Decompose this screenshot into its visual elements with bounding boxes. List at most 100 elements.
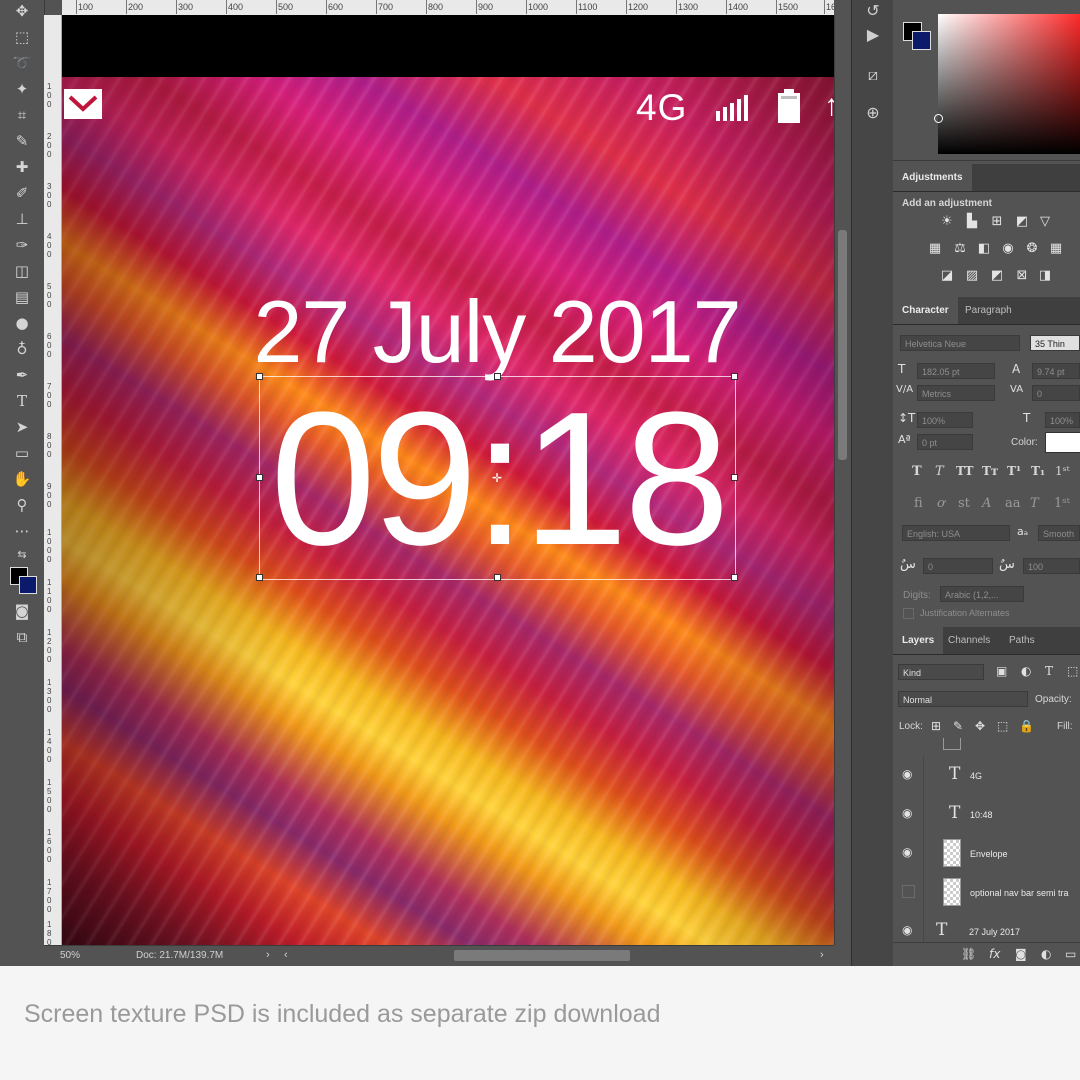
document-canvas[interactable]: 4G ↑ 27 July 2017 09:18 ✛	[62, 15, 834, 945]
layer-filter-select[interactable]: Kind	[898, 664, 984, 680]
new-adjustment-layer-icon[interactable]: ◐	[1041, 947, 1051, 961]
layer-name[interactable]: 27 July 2017	[969, 927, 1020, 937]
layer-name[interactable]: 10:48	[970, 810, 993, 820]
ordinals-icon[interactable]: 1ˢᵗ	[1054, 496, 1070, 511]
text-color-swatch[interactable]	[1045, 432, 1080, 453]
play-actions-icon[interactable]: ▶	[862, 24, 884, 46]
add-mask-icon[interactable]: ◙	[1015, 947, 1027, 961]
blur-tool-icon[interactable]: ●	[9, 312, 35, 334]
color-picker-field[interactable]	[938, 14, 1080, 154]
all-caps-icon[interactable]: TT	[956, 464, 973, 478]
curves-icon[interactable]: ⊞	[988, 214, 1006, 230]
filter-adjustment-icon[interactable]: ◐	[1021, 664, 1031, 678]
swash-icon[interactable]: A	[982, 496, 991, 511]
status-menu-chevron-icon[interactable]: ›	[266, 949, 270, 961]
small-caps-icon[interactable]: Tт	[982, 464, 998, 478]
titling-alternates-icon[interactable]: T	[1030, 496, 1039, 511]
superscript-icon[interactable]: T¹	[1007, 464, 1021, 478]
brush-tool-icon[interactable]: ✐	[9, 182, 35, 204]
pen-tool-icon[interactable]: ✒	[9, 364, 35, 386]
lockscreen-date[interactable]: 27 July 2017	[62, 281, 834, 383]
vertical-scale-field[interactable]: 100%	[917, 412, 973, 428]
channel-mixer-icon[interactable]: ❂	[1023, 241, 1041, 257]
eye-icon[interactable]: ◉	[902, 846, 916, 858]
tab-layers[interactable]: Layers	[893, 627, 944, 654]
new-group-icon[interactable]: ▭	[1065, 947, 1076, 961]
path-selection-tool-icon[interactable]: ➤	[9, 416, 35, 438]
layer-row[interactable]: ◉ T 4G	[893, 756, 1080, 796]
layer-row[interactable]: ◉ T 10:48	[893, 795, 1080, 835]
blend-mode-select[interactable]: Normal	[898, 691, 1028, 707]
posterize-icon[interactable]: ▨	[963, 268, 981, 284]
transform-handle[interactable]	[494, 373, 501, 380]
old-style-icon[interactable]: ơ	[937, 496, 945, 511]
eraser-tool-icon[interactable]: ◫	[9, 260, 35, 282]
dodge-tool-icon[interactable]: ♁	[9, 338, 35, 360]
tab-channels[interactable]: Channels	[939, 627, 999, 654]
ruler-horizontal[interactable]: 100 200 300 400 500 600 700 800 900 1000…	[62, 0, 834, 16]
zoom-tool-icon[interactable]: ⚲	[9, 494, 35, 516]
layer-row[interactable]: ◉ Envelope	[893, 834, 1080, 874]
threshold-icon[interactable]: ◩	[988, 268, 1006, 284]
magic-wand-tool-icon[interactable]: ✦	[9, 78, 35, 100]
background-color-swatch[interactable]	[19, 576, 37, 594]
color-balance-icon[interactable]: ⚖	[951, 241, 969, 257]
font-family-select[interactable]: Helvetica Neue	[900, 335, 1020, 351]
underline-icon[interactable]: 1ˢᵗ	[1055, 464, 1070, 478]
layer-row-partial[interactable]	[893, 738, 1080, 757]
levels-icon[interactable]: ▙	[963, 214, 981, 230]
filter-pixel-icon[interactable]: ▣	[996, 664, 1007, 678]
kerning-field[interactable]: Metrics	[917, 385, 995, 401]
brush-settings-icon[interactable]: ⧄	[862, 64, 884, 86]
lock-position-icon[interactable]: ✥	[975, 719, 985, 733]
justification-checkbox[interactable]	[903, 608, 914, 619]
horizontal-scrollbar-thumb[interactable]	[454, 950, 630, 961]
color-picker-cursor[interactable]	[934, 114, 943, 123]
eye-icon[interactable]: ◉	[902, 924, 916, 936]
move-tool-icon[interactable]: ✥	[9, 0, 35, 22]
panel-background-swatch[interactable]	[912, 31, 931, 50]
discretionary-ligatures-icon[interactable]: st	[958, 496, 970, 511]
quick-mask-icon[interactable]: ◙	[9, 600, 35, 622]
visibility-toggle-off[interactable]	[902, 885, 915, 898]
screen-mode-icon[interactable]: ⧉	[9, 626, 35, 648]
filter-shape-icon[interactable]: ⬚	[1067, 664, 1078, 678]
brightness-icon[interactable]: ☀	[938, 214, 956, 230]
leading-field[interactable]: 9.74 pt	[1032, 363, 1080, 379]
faux-bold-icon[interactable]: T	[912, 464, 922, 479]
tab-adjustments[interactable]: Adjustments	[893, 164, 972, 191]
layer-effects-icon[interactable]: fx	[989, 947, 1000, 961]
vertical-scrollbar[interactable]	[834, 15, 851, 945]
selective-color-icon[interactable]: ⊠	[1013, 268, 1031, 284]
lock-image-icon[interactable]: ✎	[953, 719, 963, 733]
transform-handle[interactable]	[731, 574, 738, 581]
eye-icon[interactable]: ◉	[902, 807, 916, 819]
kashida-field[interactable]: 0	[923, 558, 993, 574]
history-brush-tool-icon[interactable]: ✑	[9, 234, 35, 256]
link-layers-icon[interactable]: ⛓	[961, 947, 976, 961]
lock-artboard-icon[interactable]: ⬚	[997, 719, 1008, 733]
history-icon[interactable]: ↺	[862, 0, 884, 22]
gradient-map-icon[interactable]: ◨	[1036, 268, 1054, 284]
layer-name[interactable]: optional nav bar semi tra	[970, 888, 1069, 898]
layer-row[interactable]: optional nav bar semi tra	[893, 873, 1080, 913]
transform-handle[interactable]	[256, 474, 263, 481]
exposure-icon[interactable]: ◩	[1013, 214, 1031, 230]
language-select[interactable]: English: USA	[902, 525, 1010, 541]
filter-type-icon[interactable]: T	[1045, 664, 1053, 678]
arabic-spacing-field[interactable]: 100	[1023, 558, 1080, 574]
font-size-field[interactable]: 182.05 pt	[917, 363, 995, 379]
photo-filter-icon[interactable]: ◉	[999, 241, 1017, 257]
stylistic-alternates-icon[interactable]: aa	[1005, 496, 1021, 511]
subscript-icon[interactable]: T₁	[1031, 464, 1045, 478]
transform-handle[interactable]	[731, 474, 738, 481]
ligatures-icon[interactable]: ﬁ	[914, 496, 923, 511]
invert-icon[interactable]: ◪	[938, 268, 956, 284]
transform-handle[interactable]	[256, 574, 263, 581]
healing-brush-tool-icon[interactable]: ✚	[9, 156, 35, 178]
lock-all-icon[interactable]: 🔒	[1019, 719, 1034, 733]
stamp-tool-icon[interactable]: ⊥	[9, 208, 35, 230]
font-style-select[interactable]: 35 Thin	[1030, 335, 1080, 351]
tab-character[interactable]: Character	[893, 297, 958, 324]
faux-italic-icon[interactable]: T	[935, 464, 944, 479]
